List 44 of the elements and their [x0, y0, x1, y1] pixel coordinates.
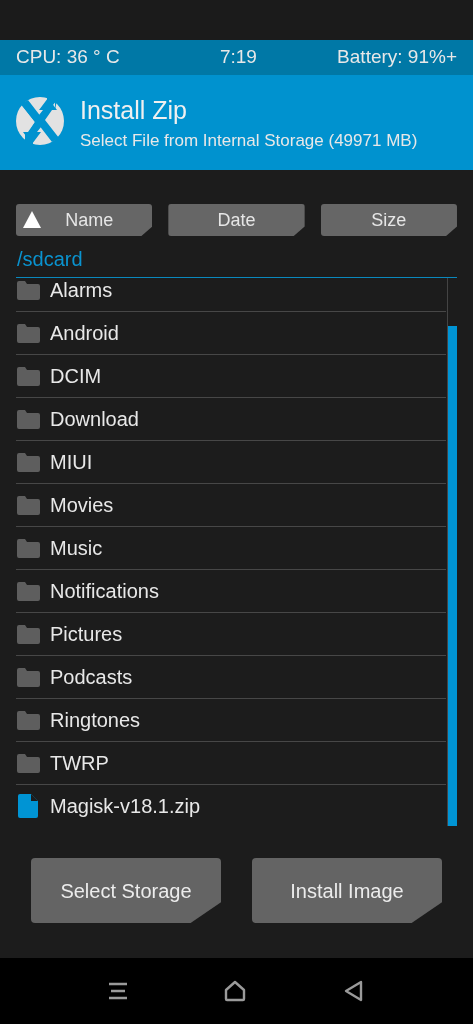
action-button[interactable]: Select Storage [31, 858, 221, 923]
folder-icon [16, 667, 40, 687]
sort-button[interactable]: Name [16, 204, 153, 236]
sort-button[interactable]: Size [320, 204, 457, 236]
home-icon[interactable] [224, 980, 247, 1002]
folder-icon [16, 366, 40, 386]
sort-ascending-icon [23, 211, 41, 228]
file-list-item[interactable]: Movies [16, 484, 446, 527]
folder-icon [16, 538, 40, 558]
file-list-item[interactable]: Podcasts [16, 656, 446, 699]
scrollbar[interactable] [447, 278, 457, 826]
file-list-item[interactable]: Music [16, 527, 446, 570]
file-list-item[interactable]: DCIM [16, 355, 446, 398]
file-list-item[interactable]: Download [16, 398, 446, 441]
file-list-item[interactable]: Magisk-v18.1.zip [16, 785, 446, 826]
file-list-item[interactable]: Ringtones [16, 699, 446, 742]
folder-icon [16, 323, 40, 343]
sort-button[interactable]: Date [168, 204, 305, 236]
folder-icon [16, 581, 40, 601]
file-list-item[interactable]: TWRP [16, 742, 446, 785]
scrollbar-thumb[interactable] [448, 326, 457, 826]
battery-level: Battery: 91%+ [337, 45, 457, 70]
menu-icon[interactable] [108, 982, 129, 1000]
logo-icon [15, 95, 65, 146]
file-list-item[interactable]: MIUI [16, 441, 446, 484]
folder-icon [16, 280, 40, 300]
folder-icon [16, 409, 40, 429]
clock: 7:19 [219, 45, 257, 70]
current-path: /sdcard [17, 247, 84, 272]
folder-icon [16, 452, 40, 472]
file-list-item[interactable]: Alarms [16, 278, 446, 312]
action-button[interactable]: Install Image [252, 858, 442, 923]
screen-subtitle: Select File from Internal Storage (49971 MB) [80, 130, 418, 151]
folder-icon [16, 495, 40, 515]
file-list-item[interactable]: Notifications [16, 570, 446, 613]
document-icon [18, 794, 38, 818]
folder-icon [16, 624, 40, 644]
screen-title: Install Zip [80, 94, 188, 125]
back-icon[interactable] [342, 980, 365, 1002]
folder-icon [16, 753, 40, 773]
file-list-item[interactable]: Android [16, 312, 446, 355]
folder-icon [16, 710, 40, 730]
cpu-temperature: CPU: 36 ° C [16, 45, 120, 70]
file-list-item[interactable]: Pictures [16, 613, 446, 656]
